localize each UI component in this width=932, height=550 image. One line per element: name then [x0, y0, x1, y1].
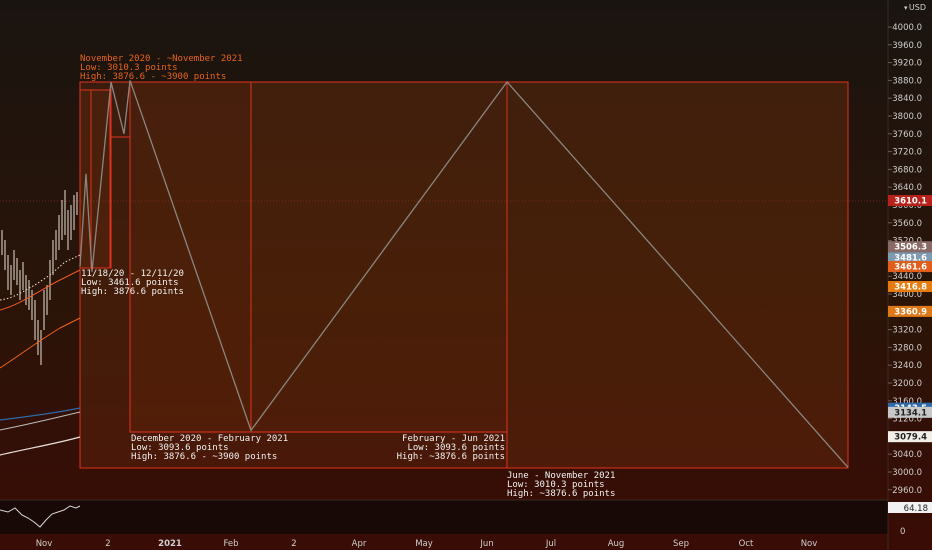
time-axis-label: Nov	[36, 539, 53, 549]
time-axis-label: 2021	[158, 539, 182, 549]
time-axis-label: Aug	[608, 539, 625, 549]
price-tick-label: 3640.0	[892, 183, 922, 193]
price-labels: 3610.13506.33481.63461.63416.83360.93143…	[888, 195, 932, 443]
time-axis-label: 2	[291, 539, 296, 549]
time-axis-label: Feb	[223, 539, 238, 549]
price-tick-label: 3880.0	[892, 76, 922, 86]
price-label-value: 3416.8	[894, 283, 927, 293]
time-axis-label: Sep	[673, 539, 689, 549]
price-label-value: 3610.1	[894, 197, 927, 207]
price-tick-label: 3040.0	[892, 450, 922, 460]
annotation-wave3: February - Jun 2021 Low: 3093.6 points H…	[397, 434, 505, 462]
oscillator-pane[interactable]	[0, 499, 888, 534]
currency-dropdown-icon[interactable]: ▾	[904, 4, 908, 12]
price-label-value: 3461.6	[894, 263, 927, 273]
moving-averages	[0, 254, 81, 456]
oscillator-value-label: 64.18	[904, 504, 928, 514]
price-axis[interactable]: USD ▾ 4000.0 3960.0 3920.0 3880.0 3840.0 3800…	[887, 0, 932, 550]
price-label-value: 3360.9	[894, 307, 927, 317]
price-tick-label: 3840.0	[892, 94, 922, 104]
oscillator-axis-labels: 64.18 0	[888, 502, 932, 537]
price-label-value: 3506.3	[894, 243, 927, 253]
time-axis-label: Oct	[739, 539, 754, 549]
annotation-wave2-high: High: 3876.6 - ~3900 points	[131, 452, 277, 462]
price-label-value: 3134.1	[894, 408, 927, 418]
price-tick-label: 3000.0	[892, 468, 922, 478]
annotation-wave1-high: High: 3876.6 points	[81, 287, 184, 297]
price-tick-label: 3760.0	[892, 130, 922, 140]
annotation-wave4: June - November 2021 Low: 3010.3 points …	[507, 471, 615, 499]
price-tick-label: 3440.0	[892, 272, 922, 282]
currency-label: USD	[909, 3, 926, 12]
annotation-main-high: High: 3876.6 - ~3900 points	[80, 72, 226, 82]
time-axis-label: Nov	[801, 539, 818, 549]
price-tick-label: 3920.0	[892, 59, 922, 69]
time-axis-label: Jul	[545, 539, 556, 549]
ma-fast	[0, 269, 81, 311]
time-axis-label: May	[415, 539, 433, 549]
price-label-value: 3079.4	[894, 433, 927, 443]
ma-slow	[0, 407, 81, 421]
oscillator-zero-label: 0	[900, 527, 905, 537]
time-axis[interactable]: Nov 2 2021 Feb 2 Apr May Jun Jul Aug Sep Oct Nov	[36, 539, 818, 549]
price-tick-label: 3800.0	[892, 112, 922, 122]
chart-canvas[interactable]: November 2020 - ~November 2021 Low: 3010…	[0, 0, 932, 550]
price-tick-label: 3680.0	[892, 165, 922, 175]
annotation-wave4-high: High: ~3876.6 points	[507, 489, 615, 499]
annotation-wave1: 11/18/20 - 12/11/20 Low: 3461.6 points H…	[81, 269, 184, 297]
ma-mid	[0, 317, 81, 369]
time-axis-label: Apr	[352, 539, 367, 549]
price-tick-label: 3240.0	[892, 361, 922, 371]
price-tick-label: 2960.0	[892, 486, 922, 496]
time-axis-label: 2	[105, 539, 110, 549]
annotation-wave3-high: High: ~3876.6 points	[397, 452, 505, 462]
time-axis-label: Jun	[479, 539, 493, 549]
price-tick-label: 3200.0	[892, 379, 922, 389]
price-tick-label: 4000.0	[892, 23, 922, 33]
price-tick-label: 3560.0	[892, 219, 922, 229]
price-tick-label: 3960.0	[892, 41, 922, 51]
price-tick-label: 3320.0	[892, 326, 922, 336]
ma-300	[0, 436, 81, 456]
price-tick-label: 3720.0	[892, 148, 922, 158]
price-tick-label: 3280.0	[892, 343, 922, 353]
oscillator-background	[0, 500, 888, 534]
dotted-ma	[0, 254, 81, 301]
annotation-main: November 2020 - ~November 2021 Low: 3010…	[80, 54, 243, 82]
